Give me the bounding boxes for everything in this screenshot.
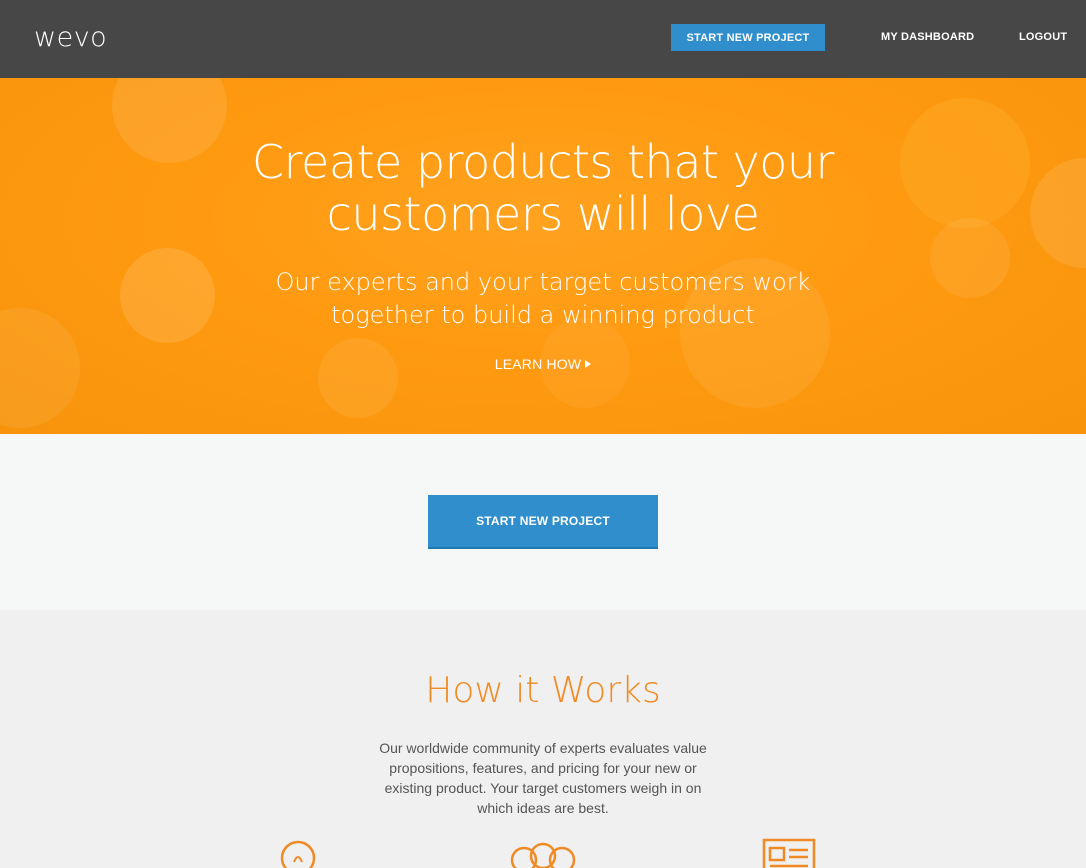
hero-title-line: customers will love xyxy=(326,187,760,241)
learn-how-label: LEARN HOW xyxy=(494,356,582,372)
people-icon xyxy=(510,842,576,868)
start-new-project-button[interactable]: START NEW PROJECT xyxy=(428,495,658,549)
logout-link[interactable]: LOGOUT xyxy=(1019,31,1067,43)
how-it-works-section: How it Works Our worldwide community of … xyxy=(0,610,1086,868)
page: wevo START NEW PROJECT MY DASHBOARD LOGO… xyxy=(0,0,1086,868)
hero-title-line: Create products that your xyxy=(252,135,834,189)
hero-subtitle-line: together to build a winning product xyxy=(331,301,755,329)
newspaper-icon xyxy=(762,838,816,868)
bokeh-circle xyxy=(318,338,398,418)
my-dashboard-link[interactable]: MY DASHBOARD xyxy=(881,31,974,43)
hero-title: Create products that your customers will… xyxy=(0,136,1086,240)
cta-section: START NEW PROJECT xyxy=(0,434,1086,610)
description-line: Our worldwide community of experts evalu… xyxy=(379,740,707,756)
description-line: existing product. Your target customers … xyxy=(384,780,702,796)
learn-how-link[interactable]: LEARN HOW xyxy=(0,356,1086,372)
play-arrow-icon xyxy=(585,360,592,368)
hero-subtitle-line: Our experts and your target customers wo… xyxy=(275,268,811,296)
description-line: propositions, features, and pricing for … xyxy=(389,760,697,776)
hero-subtitle: Our experts and your target customers wo… xyxy=(0,266,1086,332)
how-it-works-title: How it Works xyxy=(425,670,661,711)
lightbulb-icon xyxy=(280,840,316,868)
wevo-logo[interactable]: wevo xyxy=(34,22,107,53)
header-start-new-project-button[interactable]: START NEW PROJECT xyxy=(671,24,825,51)
how-it-works-description: Our worldwide community of experts evalu… xyxy=(363,738,723,818)
top-navigation-bar: wevo START NEW PROJECT MY DASHBOARD LOGO… xyxy=(0,0,1086,78)
hero-banner: Create products that your customers will… xyxy=(0,78,1086,434)
description-line: which ideas are best. xyxy=(477,800,609,816)
